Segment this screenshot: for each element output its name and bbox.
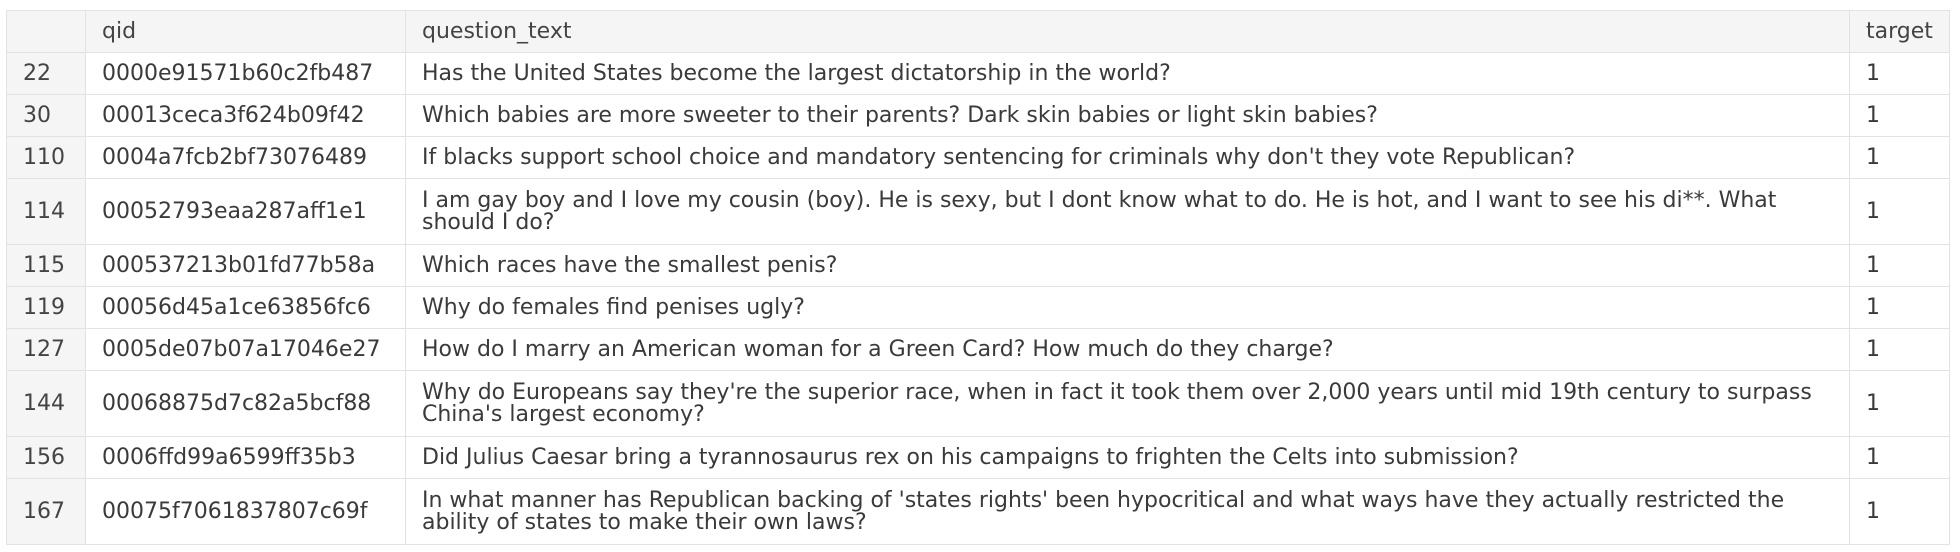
table-row: 144 00068875d7c82a5bcf88 Why do European… bbox=[6, 370, 1950, 437]
table-row: 30 00013ceca3f624b09f42 Which babies are… bbox=[6, 94, 1950, 137]
row-index: 115 bbox=[6, 244, 86, 287]
row-index: 127 bbox=[6, 328, 86, 371]
cell-qid: 00056d45a1ce63856fc6 bbox=[85, 286, 406, 329]
cell-qid: 00013ceca3f624b09f42 bbox=[85, 94, 406, 137]
cell-question-text: In what manner has Republican backing of… bbox=[405, 478, 1850, 545]
header-question-text: question_text bbox=[405, 10, 1850, 53]
cell-target: 1 bbox=[1849, 178, 1950, 245]
cell-question-text: Why do Europeans say they're the superio… bbox=[405, 370, 1850, 437]
row-index: 30 bbox=[6, 94, 86, 137]
header-row: qid question_text target bbox=[6, 10, 1950, 53]
table-row: 119 00056d45a1ce63856fc6 Why do females … bbox=[6, 286, 1950, 329]
row-index: 110 bbox=[6, 136, 86, 179]
table-row: 167 00075f7061837807c69f In what manner … bbox=[6, 478, 1950, 545]
table-row: 127 0005de07b07a17046e27 How do I marry … bbox=[6, 328, 1950, 371]
cell-qid: 00068875d7c82a5bcf88 bbox=[85, 370, 406, 437]
dataframe-output: qid question_text target 22 0000e91571b6… bbox=[6, 10, 1950, 545]
table-row: 22 0000e91571b60c2fb487 Has the United S… bbox=[6, 52, 1950, 95]
cell-question-text: Which races have the smallest penis? bbox=[405, 244, 1850, 287]
cell-qid: 00052793eaa287aff1e1 bbox=[85, 178, 406, 245]
header-index bbox=[6, 10, 86, 53]
row-index: 167 bbox=[6, 478, 86, 545]
cell-target: 1 bbox=[1849, 328, 1950, 371]
cell-target: 1 bbox=[1849, 52, 1950, 95]
header-qid: qid bbox=[85, 10, 406, 53]
cell-qid: 0005de07b07a17046e27 bbox=[85, 328, 406, 371]
table-body: 22 0000e91571b60c2fb487 Has the United S… bbox=[6, 52, 1950, 545]
cell-target: 1 bbox=[1849, 136, 1950, 179]
row-index: 156 bbox=[6, 436, 86, 479]
cell-question-text: I am gay boy and I love my cousin (boy).… bbox=[405, 178, 1850, 245]
table-row: 156 0006ffd99a6599ff35b3 Did Julius Caes… bbox=[6, 436, 1950, 479]
data-table: qid question_text target 22 0000e91571b6… bbox=[6, 10, 1950, 545]
cell-qid: 0004a7fcb2bf73076489 bbox=[85, 136, 406, 179]
cell-question-text: Why do females find penises ugly? bbox=[405, 286, 1850, 329]
row-index: 114 bbox=[6, 178, 86, 245]
cell-question-text: Has the United States become the largest… bbox=[405, 52, 1850, 95]
cell-target: 1 bbox=[1849, 286, 1950, 329]
table-row: 110 0004a7fcb2bf73076489 If blacks suppo… bbox=[6, 136, 1950, 179]
cell-target: 1 bbox=[1849, 436, 1950, 479]
cell-qid: 0000e91571b60c2fb487 bbox=[85, 52, 406, 95]
row-index: 144 bbox=[6, 370, 86, 437]
cell-qid: 000537213b01fd77b58a bbox=[85, 244, 406, 287]
cell-target: 1 bbox=[1849, 478, 1950, 545]
header-target: target bbox=[1849, 10, 1950, 53]
cell-question-text: If blacks support school choice and mand… bbox=[405, 136, 1850, 179]
cell-qid: 0006ffd99a6599ff35b3 bbox=[85, 436, 406, 479]
cell-target: 1 bbox=[1849, 370, 1950, 437]
cell-target: 1 bbox=[1849, 94, 1950, 137]
cell-target: 1 bbox=[1849, 244, 1950, 287]
table-header: qid question_text target bbox=[6, 10, 1950, 53]
cell-question-text: Did Julius Caesar bring a tyrannosaurus … bbox=[405, 436, 1850, 479]
table-row: 115 000537213b01fd77b58a Which races hav… bbox=[6, 244, 1950, 287]
cell-question-text: Which babies are more sweeter to their p… bbox=[405, 94, 1850, 137]
cell-question-text: How do I marry an American woman for a G… bbox=[405, 328, 1850, 371]
row-index: 119 bbox=[6, 286, 86, 329]
row-index: 22 bbox=[6, 52, 86, 95]
cell-qid: 00075f7061837807c69f bbox=[85, 478, 406, 545]
table-row: 114 00052793eaa287aff1e1 I am gay boy an… bbox=[6, 178, 1950, 245]
